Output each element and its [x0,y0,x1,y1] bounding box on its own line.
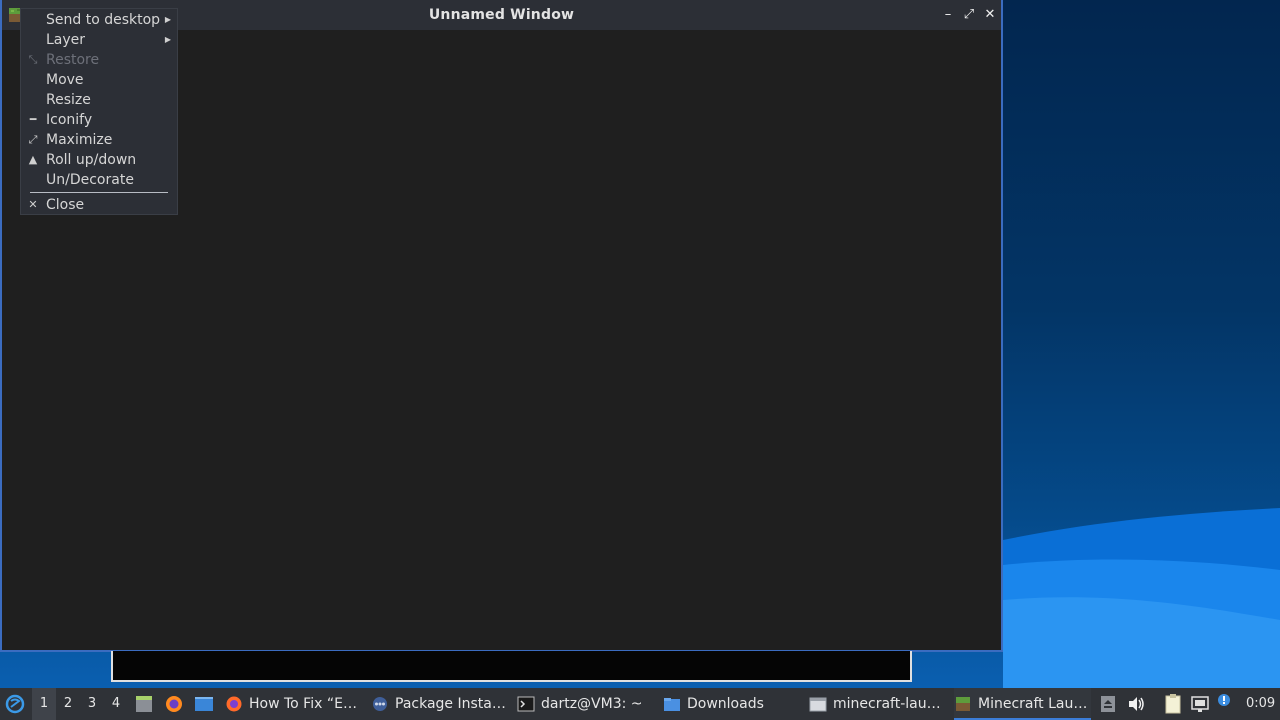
start-logo-icon [5,694,25,714]
menu-item-resize[interactable]: Resize [21,90,177,110]
menu-item-un-decorate[interactable]: Un/Decorate [21,170,177,190]
menu-item-iconify[interactable]: ━ Iconify [21,110,177,130]
menu-separator [30,192,168,193]
network-icon[interactable] [1190,688,1210,720]
task-label: Package Insta… [395,696,506,712]
task-downloads[interactable]: Downloads [663,688,803,720]
submenu-arrow-icon: ▶ [164,15,171,24]
file-manager-launcher-icon[interactable] [134,688,154,720]
submenu-arrow-icon: ▶ [164,35,171,44]
firefox-icon [226,696,242,712]
menu-item-label: Send to desktop [46,12,161,28]
task-label: Minecraft Lau… [978,696,1088,712]
window-icon [809,697,827,712]
workspace-4[interactable]: 4 [104,688,128,720]
task-label: minecraft-lau… [833,696,941,712]
clock[interactable]: 0:09 [1246,688,1278,720]
task-label: How To Fix “E… [249,696,357,712]
task-minecraft-launcher-window[interactable]: minecraft-lau… [809,688,949,720]
minimize-button[interactable]: – [939,6,957,24]
volume-icon[interactable] [1126,688,1146,720]
task-package-installer[interactable]: Package Insta… [371,688,511,720]
restore-icon: ⤡ [28,53,38,66]
close-button[interactable]: ✕ [981,6,999,24]
tray-eject-icon[interactable] [1099,688,1117,720]
iconify-icon: ━ [29,113,37,126]
taskbar: 1 2 3 4 How To Fix “E… Package Insta… da… [0,688,1280,720]
task-label: dartz@VM3: ~ [541,696,643,712]
menu-item-maximize[interactable]: ⤢ Maximize [21,130,177,150]
menu-item-send-to-desktop[interactable]: Send to desktop ▶ [21,10,177,30]
window-context-menu: Send to desktop ▶ Layer ▶ ⤡ Restore Move… [20,8,178,215]
menu-item-roll-up-down[interactable]: ▲ Roll up/down [21,150,177,170]
minecraft-icon [956,697,970,711]
menu-item-label: Iconify [46,112,93,128]
maximize-icon: ⤢ [28,133,38,146]
firefox-launcher-icon[interactable] [164,688,184,720]
package-installer-icon [373,697,387,711]
rollup-icon: ▲ [28,153,38,166]
task-label: Downloads [687,696,764,712]
clipboard-icon[interactable] [1163,688,1183,720]
menu-item-label: Move [46,72,84,88]
workspace-3[interactable]: 3 [80,688,104,720]
show-desktop-icon[interactable] [193,688,215,720]
menu-item-layer[interactable]: Layer ▶ [21,30,177,50]
menu-item-label: Maximize [46,132,113,148]
menu-item-label: Close [46,197,85,213]
start-menu-button[interactable] [4,688,28,720]
task-firefox[interactable]: How To Fix “E… [225,688,365,720]
menu-item-close[interactable]: ✕ Close [21,195,177,215]
menu-item-label: Layer [46,32,86,48]
menu-item-move[interactable]: Move [21,70,177,90]
menu-item-label: Resize [46,92,91,108]
workspace-1[interactable]: 1 [32,688,56,720]
close-icon: ✕ [28,198,38,211]
task-terminal[interactable]: dartz@VM3: ~ [517,688,657,720]
menu-item-label: Un/Decorate [46,172,134,188]
task-minecraft-launcher[interactable]: Minecraft Lau… [954,688,1091,720]
terminal-icon [517,696,535,712]
folder-icon [664,698,680,711]
update-notification-icon[interactable] [1215,688,1233,720]
menu-item-label: Restore [46,52,100,68]
menu-item-label: Roll up/down [46,152,137,168]
menu-item-restore: ⤡ Restore [21,50,177,70]
workspace-2[interactable]: 2 [56,688,80,720]
black-panel [111,651,912,682]
maximize-button[interactable]: ⤢ [960,6,978,24]
